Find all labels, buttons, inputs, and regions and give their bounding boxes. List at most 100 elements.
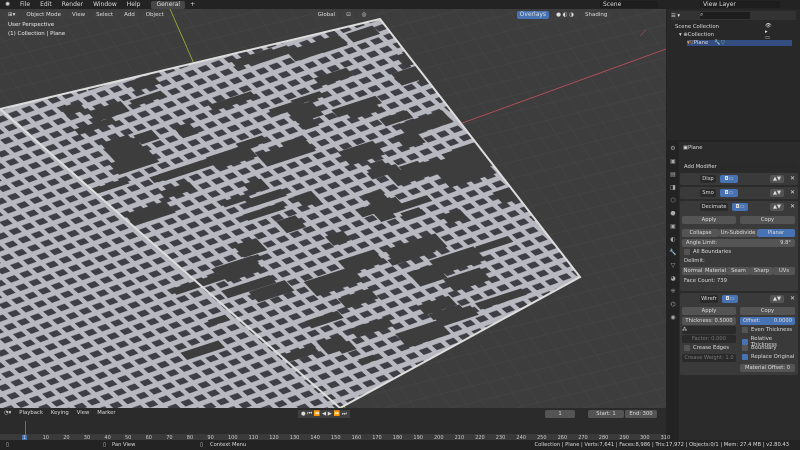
timeline-header: ◔▾ Playback Keying View Marker <box>4 410 116 416</box>
outliner-collection[interactable]: ▾ ⊕ Collection👁 ▸ ▭ ◘ <box>679 23 772 47</box>
material-offset-field[interactable]: Material Offset: 0 <box>740 364 795 372</box>
add-workspace-button[interactable]: + <box>185 1 200 8</box>
boundary-checkbox[interactable]: Boundary <box>742 345 777 351</box>
remove-modifier-icon[interactable]: ✕ <box>790 295 795 302</box>
remove-modifier-icon[interactable]: ✕ <box>790 189 795 196</box>
start-frame-field[interactable]: Start: 1 <box>588 410 624 418</box>
delimit-normal[interactable]: Normal <box>682 267 704 275</box>
thickness-field[interactable]: Thickness: 0.5000 <box>682 317 736 325</box>
menu-view[interactable]: View <box>77 410 90 416</box>
menu-object[interactable]: Object <box>141 10 168 19</box>
shading-solid-icon[interactable]: ● ◐ ◑ <box>552 10 578 19</box>
angle-limit-field[interactable]: Angle Limit: 9.8° <box>682 239 795 247</box>
crease-edges-checkbox[interactable]: Crease Edges <box>684 345 729 351</box>
modifier-displace[interactable]: Disp ◘▭ ▲▼ ✕ <box>680 173 798 185</box>
delimit-seam[interactable]: Seam <box>727 267 750 275</box>
properties-tabs[interactable]: ⚙ ▣ ▤ ◨ ⬡ ⬣ ▣ ◐ 🔧 ▽ ◕ ⁜ ⌬ ◉ <box>667 142 679 440</box>
editor-type-button[interactable]: ⊞▾ <box>4 10 20 19</box>
current-frame-field[interactable]: 1 <box>545 410 575 418</box>
outliner-header: ☰ ▾ ⌕ <box>671 11 796 20</box>
modifier-name[interactable]: Wirefr <box>700 295 718 303</box>
orientation-selector[interactable]: Global <box>313 10 340 19</box>
crease-edges-label: Crease Edges <box>693 345 730 351</box>
outliner: ☰ ▾ ⌕ Scene Collection ▾ ⊕ Collection 👁 ▸ … <box>667 9 800 140</box>
modifier-name[interactable]: Smo <box>700 189 716 197</box>
mode-unsubdivide[interactable]: Un-Subdivide <box>719 229 757 237</box>
viewport-canvas <box>0 9 666 408</box>
filter-icon[interactable]: ☰ ▾ <box>671 13 680 19</box>
modifier-decimate: Decimate ◘▭ ▲▼ ✕ Apply Copy Collapse Un-S… <box>680 201 798 291</box>
blender-logo-icon[interactable]: ✺ <box>0 1 15 8</box>
modifier-wireframe: Wirefr ◘▭ ▲▼ ✕ Apply Copy Thickness: 0.50… <box>680 293 798 375</box>
menu-edit[interactable]: Edit <box>35 1 57 8</box>
start-label: Start: <box>596 411 611 417</box>
menu-playback[interactable]: Playback <box>19 410 43 416</box>
menu-marker[interactable]: Marker <box>97 410 115 416</box>
tab-general[interactable]: General <box>151 0 186 9</box>
render-toggle-icon[interactable]: ◘▭ <box>720 189 738 197</box>
apply-button[interactable]: Apply <box>682 307 736 315</box>
modifier-name[interactable]: Decimate <box>700 203 728 211</box>
outliner-plane[interactable]: ▾▽ Plane 🔧 ▽ <box>687 40 792 46</box>
remove-modifier-icon[interactable]: ✕ <box>790 203 795 210</box>
mode-collapse[interactable]: Collapse <box>682 229 719 237</box>
copy-button[interactable]: Copy <box>740 216 795 224</box>
delimit-label: Delimit: <box>684 258 705 264</box>
menu-render[interactable]: Render <box>57 1 88 8</box>
modifier-name[interactable]: Disp <box>700 175 716 183</box>
even-thickness-label: Even Thickness <box>751 327 792 333</box>
apply-button[interactable]: Apply <box>682 216 736 224</box>
menu-select[interactable]: Select <box>92 10 118 19</box>
move-buttons[interactable]: ▲▼ <box>770 189 784 197</box>
playback-controls[interactable]: ● ⏮ ⏪ ◀ ▶ ⏩ ⏭ <box>298 410 350 418</box>
menu-keying[interactable]: Keying <box>51 410 69 416</box>
remove-modifier-icon[interactable]: ✕ <box>790 175 795 182</box>
view-layer-selector[interactable]: View Layer <box>700 1 780 8</box>
render-toggle-icon[interactable]: ◘▭ <box>722 295 738 303</box>
mode-selector[interactable]: Object Mode <box>22 10 66 19</box>
timeline[interactable]: ◔▾ Playback Keying View Marker ● ⏮ ⏪ ◀ ▶… <box>0 408 670 441</box>
end-frame-field[interactable]: End: 300 <box>625 410 657 418</box>
delimit-sharp[interactable]: Sharp <box>750 267 773 275</box>
right-panels: ☰ ▾ ⌕ Scene Collection ▾ ⊕ Collection 👁 ▸ … <box>667 0 800 440</box>
outliner-search[interactable]: ⌕ <box>700 12 751 19</box>
playhead[interactable] <box>25 421 26 435</box>
shading-button[interactable]: Shading <box>580 10 612 19</box>
move-buttons[interactable]: ▲▼ <box>770 175 784 183</box>
outliner-scene-collection[interactable]: Scene Collection <box>675 24 719 30</box>
render-toggle-icon[interactable]: ◘▭ <box>720 175 738 183</box>
mode-planar[interactable]: Planar <box>757 229 795 237</box>
navigation-gizmo-icon[interactable]: ⟋ <box>640 29 646 39</box>
overlays-button[interactable]: Overlays <box>516 10 550 19</box>
mesh-object-icon: ▾▽ <box>687 40 694 46</box>
modifier-smooth[interactable]: Smo ◘▭ ▲▼ ✕ <box>680 187 798 199</box>
even-thickness-checkbox[interactable]: Even Thickness <box>742 327 792 333</box>
menu-help[interactable]: Help <box>122 1 146 8</box>
render-toggle-icon[interactable]: ◘▭ <box>732 203 748 211</box>
vertex-group-field[interactable]: ⁂ <box>682 326 736 334</box>
all-boundaries-checkbox[interactable]: All Boundaries <box>684 249 731 255</box>
replace-original-checkbox[interactable]: Replace Original <box>742 354 794 360</box>
3d-viewport[interactable]: ⊞▾ Object Mode View Select Add Object Gl… <box>0 9 666 408</box>
move-buttons[interactable]: ▲▼ <box>770 203 784 211</box>
properties-editor: ⚙ ▣ ▤ ◨ ⬡ ⬣ ▣ ◐ 🔧 ▽ ◕ ⁜ ⌬ ◉ ▣ Plane Add Modifier Disp… <box>667 142 800 440</box>
offset-field[interactable]: Offset: 0.0000 <box>740 317 795 325</box>
properties-context: ▣ Plane <box>683 145 703 151</box>
scene-selector[interactable]: Scene <box>600 1 658 8</box>
proportional-edit-icon[interactable]: ◎ <box>357 10 371 19</box>
offset-value: 0.0000 <box>773 318 792 324</box>
offset-label: Offset: <box>743 318 761 324</box>
copy-button[interactable]: Copy <box>740 307 795 315</box>
menu-file[interactable]: File <box>15 1 35 8</box>
material-offset-value: 0 <box>786 365 791 371</box>
delimit-material[interactable]: Material <box>704 267 727 275</box>
snap-icon[interactable]: ⊡ <box>342 10 355 19</box>
menu-add[interactable]: Add <box>120 10 139 19</box>
viewport-header: ⊞▾ Object Mode View Select Add Object Gl… <box>0 9 666 20</box>
delimit-uvs[interactable]: UVs <box>773 267 795 275</box>
menu-window[interactable]: Window <box>88 1 122 8</box>
move-buttons[interactable]: ▲▼ <box>770 295 784 303</box>
menu-view[interactable]: View <box>68 10 90 19</box>
editor-type-icon[interactable]: ◔▾ <box>4 410 11 416</box>
add-modifier-dropdown[interactable]: Add Modifier <box>681 163 797 171</box>
